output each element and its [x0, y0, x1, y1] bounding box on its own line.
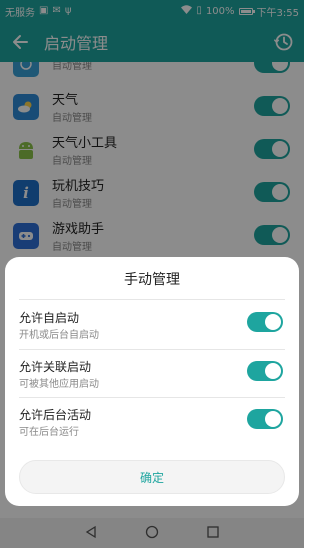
option-label: 允许自启动	[19, 311, 80, 325]
option-sub: 开机或后台自启动	[19, 330, 99, 341]
option-sub: 可在后台运行	[19, 427, 79, 438]
option-sub: 可被其他应用启动	[19, 379, 99, 390]
option-label: 允许后台活动	[19, 408, 92, 422]
option-allow-linked-start[interactable]: 允许关联启动 可被其他应用启动	[5, 350, 299, 398]
dialog-title: 手动管理	[124, 272, 180, 288]
autostart-toggle[interactable]	[247, 312, 283, 332]
option-allow-autostart[interactable]: 允许自启动 开机或后台自启动	[5, 301, 299, 349]
divider	[19, 299, 285, 300]
background-toggle[interactable]	[247, 409, 283, 429]
manual-manage-dialog: 手动管理 允许自启动 开机或后台自启动 允许关联启动 可被其他应用启动 允许后台…	[5, 257, 299, 506]
option-allow-background[interactable]: 允许后台活动 可在后台运行	[5, 398, 299, 446]
option-label: 允许关联启动	[19, 360, 92, 374]
linked-start-toggle[interactable]	[247, 361, 283, 381]
confirm-button[interactable]: 确定	[19, 460, 285, 494]
